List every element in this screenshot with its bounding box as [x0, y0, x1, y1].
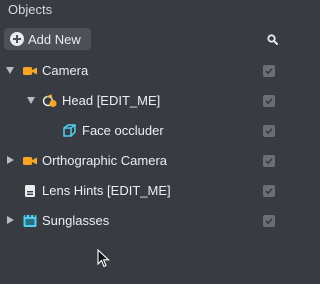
- mouse-cursor-icon: [97, 249, 110, 268]
- cube-icon: [63, 124, 76, 137]
- tree-item-label: Sunglasses: [42, 213, 110, 228]
- expand-arrow-icon[interactable]: [7, 156, 14, 164]
- tree-item-face-occluder[interactable]: Face occluder: [0, 116, 288, 146]
- checkmark-icon: [265, 68, 273, 75]
- tree-item-head[interactable]: Head [EDIT_ME]: [0, 86, 288, 116]
- tree-item-sunglasses[interactable]: Sunglasses: [0, 206, 288, 236]
- expand-arrow-icon[interactable]: [6, 67, 14, 74]
- add-new-button[interactable]: Add New: [4, 28, 91, 50]
- tree-item-orthographic-camera[interactable]: Orthographic Camera: [0, 146, 288, 176]
- objects-panel: Objects Add New Camera Head [EDIT_ME] Fa…: [0, 0, 288, 284]
- tree-item-label: Camera: [42, 63, 89, 78]
- expand-arrow-icon[interactable]: [7, 216, 14, 224]
- document-icon: [25, 185, 35, 197]
- add-new-label: Add New: [28, 31, 81, 47]
- plus-circle-icon: [10, 32, 24, 46]
- tree-item-camera[interactable]: Camera: [0, 56, 288, 86]
- camera-icon: [23, 67, 37, 75]
- tree-item-lens-hints[interactable]: Lens Hints [EDIT_ME]: [0, 176, 288, 206]
- camera-icon: [23, 157, 37, 165]
- visibility-checkbox[interactable]: [263, 125, 275, 137]
- visibility-checkbox[interactable]: [263, 155, 275, 167]
- visibility-checkbox[interactable]: [263, 65, 275, 77]
- checkmark-icon: [265, 218, 273, 225]
- visibility-checkbox[interactable]: [263, 215, 275, 227]
- checkmark-icon: [265, 98, 273, 105]
- tree-item-label: Face occluder: [82, 123, 164, 138]
- film-frame-icon: [23, 215, 37, 227]
- checkmark-icon: [265, 128, 273, 135]
- tree-item-label: Lens Hints [EDIT_ME]: [42, 183, 171, 198]
- panel-title: Objects: [8, 2, 53, 17]
- checkmark-icon: [265, 188, 273, 195]
- search-icon[interactable]: [266, 33, 280, 47]
- head-binding-icon: [42, 94, 57, 107]
- tree-item-label: Head [EDIT_ME]: [62, 93, 161, 108]
- expand-arrow-icon[interactable]: [27, 97, 35, 104]
- visibility-checkbox[interactable]: [263, 185, 275, 197]
- checkmark-icon: [265, 158, 273, 165]
- tree-item-label: Orthographic Camera: [42, 153, 167, 168]
- visibility-checkbox[interactable]: [263, 95, 275, 107]
